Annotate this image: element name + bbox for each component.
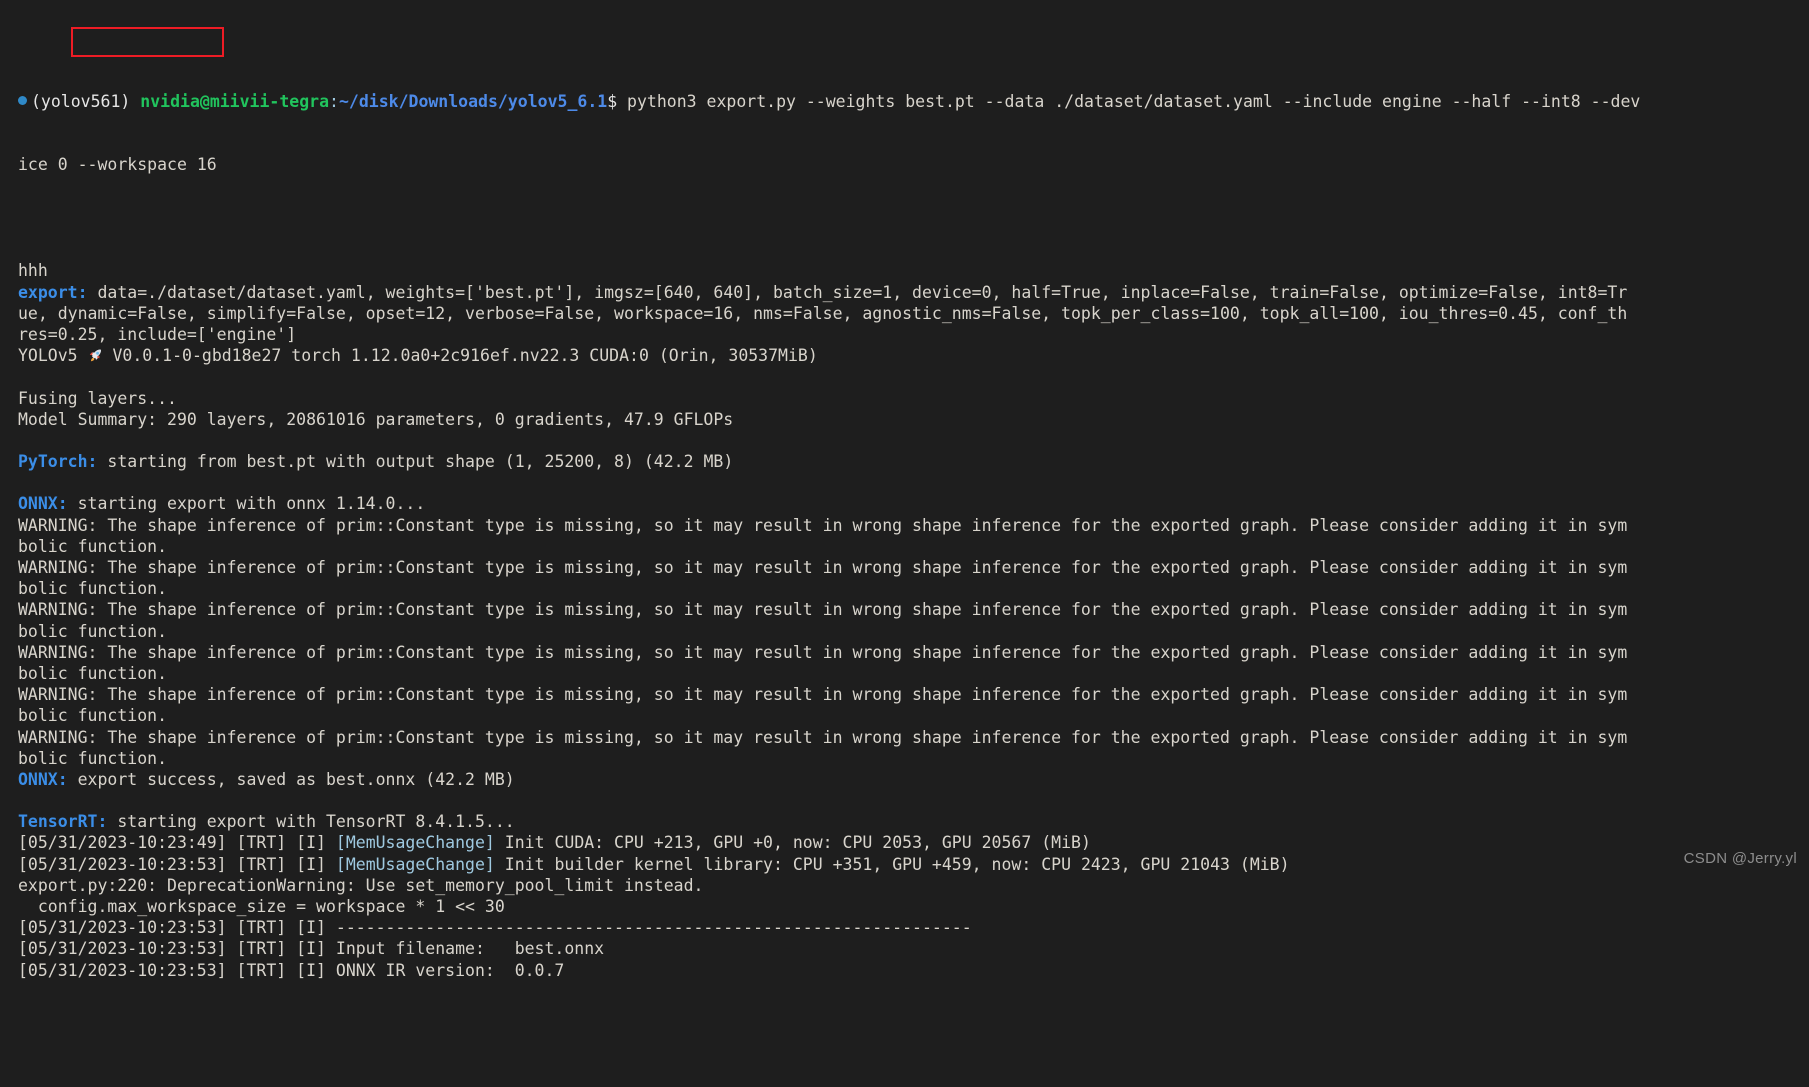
log-line: Fusing layers...: [0, 388, 1809, 409]
prompt-command: python3 export.py --weights best.pt --da…: [617, 91, 1641, 111]
log-line: Model Summary: 290 layers, 20861016 para…: [0, 409, 1809, 430]
log-line: bolic function.: [0, 621, 1809, 642]
status-dot-icon: [18, 95, 27, 105]
log-text: [05/31/2023-10:23:53] [TRT] [I] ONNX IR …: [18, 960, 565, 980]
log-text: bolic function.: [18, 621, 168, 641]
log-label: ONNX:: [18, 769, 68, 789]
log-text: [05/31/2023-10:23:53] [TRT] [I] Input fi…: [18, 939, 605, 959]
log-line-labeled: export: data=./dataset/dataset.yaml, wei…: [0, 282, 1809, 303]
log-line: bolic function.: [0, 578, 1809, 599]
log-text: export success, saved as best.onnx (42.2…: [67, 769, 515, 789]
watermark: CSDN @Jerry.yl: [1683, 849, 1797, 867]
log-text: bolic function.: [18, 706, 168, 726]
log-label: TensorRT:: [18, 812, 108, 832]
log-line: [05/31/2023-10:23:53] [TRT] [I] ONNX IR …: [0, 960, 1809, 981]
log-line-trt: [05/31/2023-10:23:53] [TRT] [I] [MemUsag…: [0, 854, 1809, 875]
log-line-list: hhh export: data=./dataset/dataset.yaml, …: [0, 260, 1809, 980]
rocket-icon: [88, 347, 103, 362]
prompt-user-host: nvidia@miivii-tegra: [140, 91, 330, 111]
log-line-trt: [05/31/2023-10:23:49] [TRT] [I] [MemUsag…: [0, 832, 1809, 853]
log-text: Init builder kernel library: CPU +351, G…: [494, 854, 1290, 874]
log-text: WARNING: The shape inference of prim::Co…: [18, 515, 1628, 535]
log-prefix: YOLOv5: [18, 346, 88, 366]
log-line: WARNING: The shape inference of prim::Co…: [0, 599, 1809, 620]
log-line: bolic function.: [0, 748, 1809, 769]
log-line: hhh: [0, 260, 1809, 281]
log-line: bolic function.: [0, 663, 1809, 684]
log-text: bolic function.: [18, 748, 168, 768]
log-text: ue, dynamic=False, simplify=False, opset…: [18, 303, 1628, 323]
log-text: bolic function.: [18, 536, 168, 556]
log-text: Fusing layers...: [18, 388, 177, 408]
log-text: WARNING: The shape inference of prim::Co…: [18, 727, 1628, 747]
log-text: WARNING: The shape inference of prim::Co…: [18, 558, 1628, 578]
log-label: ONNX:: [18, 494, 68, 514]
log-line: ue, dynamic=False, simplify=False, opset…: [0, 303, 1809, 324]
prompt-path: ~/disk/Downloads/yolov5_6.1: [338, 91, 608, 111]
log-tag: [MemUsageChange]: [335, 854, 495, 874]
prompt-command-highlight: --workspace 16: [77, 155, 217, 175]
log-text: WARNING: The shape inference of prim::Co…: [18, 685, 1628, 705]
prompt-command-wrap: ice 0: [18, 155, 78, 175]
log-tag: [MemUsageChange]: [335, 833, 495, 853]
log-text: hhh: [18, 261, 48, 281]
log-text: res=0.25, include=['engine']: [18, 324, 297, 344]
log-text: WARNING: The shape inference of prim::Co…: [18, 600, 1628, 620]
log-line: WARNING: The shape inference of prim::Co…: [0, 642, 1809, 663]
log-line: [05/31/2023-10:23:53] [TRT] [I] --------…: [0, 917, 1809, 938]
log-text: WARNING: The shape inference of prim::Co…: [18, 642, 1628, 662]
log-text: bolic function.: [18, 579, 168, 599]
log-text: starting export with TensorRT 8.4.1.5...: [107, 812, 515, 832]
log-label: export:: [18, 282, 88, 302]
log-text: [05/31/2023-10:23:53] [TRT] [I] --------…: [18, 918, 972, 938]
log-line: export.py:220: DeprecationWarning: Use s…: [0, 875, 1809, 896]
workspace-annotation-box: [71, 27, 224, 57]
log-line: [05/31/2023-10:23:53] [TRT] [I] Input fi…: [0, 938, 1809, 959]
log-line: WARNING: The shape inference of prim::Co…: [0, 557, 1809, 578]
prompt-sigil: $: [607, 91, 618, 111]
log-line: config.max_workspace_size = workspace * …: [0, 896, 1809, 917]
prompt-venv: (yolov561): [31, 91, 141, 111]
log-line-labeled: PyTorch: starting from best.pt with outp…: [0, 451, 1809, 472]
log-text: config.max_workspace_size = workspace * …: [18, 897, 505, 917]
log-text: starting export with onnx 1.14.0...: [67, 494, 426, 514]
log-line-version: YOLOv5 V0.0.1-0-gbd18e27 torch 1.12.0a0+…: [0, 345, 1809, 366]
log-line-labeled: ONNX: export success, saved as best.onnx…: [0, 769, 1809, 790]
log-line-labeled: ONNX: starting export with onnx 1.14.0..…: [0, 493, 1809, 514]
log-line: WARNING: The shape inference of prim::Co…: [0, 684, 1809, 705]
log-text: data=./dataset/dataset.yaml, weights=['b…: [87, 282, 1628, 302]
prompt-separator: :: [329, 91, 339, 111]
log-line: bolic function.: [0, 536, 1809, 557]
prompt-line-wrap: ice 0 --workspace 16: [0, 154, 1809, 175]
log-text: bolic function.: [18, 663, 168, 683]
log-line: WARNING: The shape inference of prim::Co…: [0, 515, 1809, 536]
log-text: Init CUDA: CPU +213, GPU +0, now: CPU 20…: [494, 833, 1091, 853]
log-timestamp: [05/31/2023-10:23:53] [TRT] [I]: [18, 854, 336, 874]
log-text: Model Summary: 290 layers, 20861016 para…: [18, 409, 734, 429]
log-text: V0.0.1-0-gbd18e27 torch 1.12.0a0+2c916ef…: [102, 346, 818, 366]
log-text: starting from best.pt with output shape …: [97, 452, 734, 472]
log-line-labeled: TensorRT: starting export with TensorRT …: [0, 811, 1809, 832]
terminal-output[interactable]: (yolov561) nvidia@miivii-tegra:~/disk/Do…: [0, 0, 1809, 980]
log-timestamp: [05/31/2023-10:23:49] [TRT] [I]: [18, 833, 336, 853]
log-line: bolic function.: [0, 705, 1809, 726]
log-label: PyTorch:: [18, 452, 98, 472]
log-line: WARNING: The shape inference of prim::Co…: [0, 727, 1809, 748]
log-line: res=0.25, include=['engine']: [0, 324, 1809, 345]
prompt-line: (yolov561) nvidia@miivii-tegra:~/disk/Do…: [0, 91, 1809, 112]
log-text: export.py:220: DeprecationWarning: Use s…: [18, 875, 704, 895]
